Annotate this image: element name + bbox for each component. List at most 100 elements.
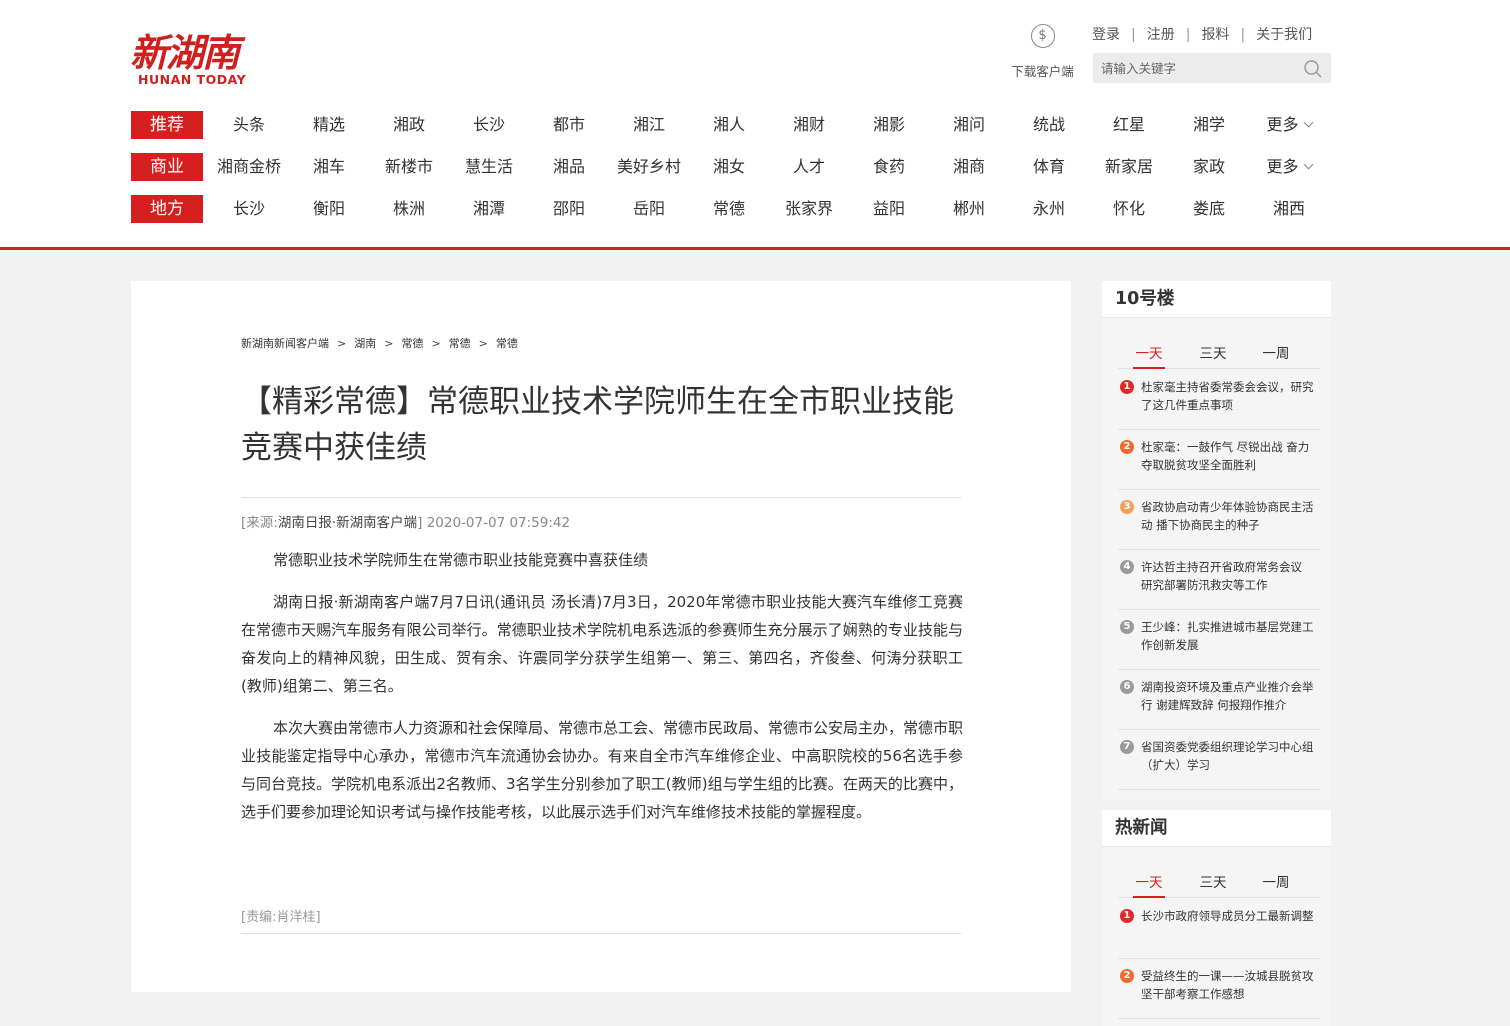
ranking-body: 一天 三天 一周 1 长沙市政府领导成员分工最新调整 2 受益终生的一课——汝城… — [1102, 847, 1331, 1026]
nav-item[interactable]: 怀化 — [1089, 195, 1169, 223]
login-link[interactable]: 登录 — [1092, 27, 1120, 43]
nav-more-button[interactable]: 更多 — [1249, 111, 1329, 139]
nav-item[interactable]: 株洲 — [369, 195, 449, 223]
nav-row-label[interactable]: 商业 — [131, 153, 203, 181]
ranking-box-title: 热新闻 — [1102, 810, 1331, 847]
ranking-item[interactable]: 2 受益终生的一课——汝城县脱贫攻坚干部考察工作感想 — [1118, 958, 1320, 1019]
publish-time: 2020-07-07 07:59:42 — [426, 515, 571, 531]
ranking-item-text: 长沙市政府领导成员分工最新调整 — [1141, 909, 1314, 923]
nav-item[interactable]: 新楼市 — [369, 153, 449, 181]
ranking-tabs: 一天 三天 一周 — [1118, 331, 1320, 369]
nav-item[interactable]: 张家界 — [769, 195, 849, 223]
logo-subtitle: HUNAN TODAY — [138, 72, 247, 87]
tab-three-days[interactable]: 三天 — [1183, 342, 1243, 362]
nav-item[interactable]: 湘财 — [769, 111, 849, 139]
rank-number: 2 — [1120, 440, 1134, 454]
ranking-item[interactable]: 5 王少峰：扎实推进城市基层党建工作创新发展 — [1118, 609, 1320, 670]
article-title: 【精彩常德】常德职业技术学院师生在全市职业技能竞赛中获佳绩 — [241, 384, 954, 466]
nav-item[interactable]: 长沙 — [209, 195, 289, 223]
ranking-item[interactable]: 7 省国资委党委组织理论学习中心组（扩大）学习 — [1118, 729, 1320, 790]
nav-item[interactable]: 慧生活 — [449, 153, 529, 181]
nav-item[interactable]: 湘问 — [929, 111, 1009, 139]
breadcrumb-item[interactable]: 常德 — [449, 337, 471, 350]
breadcrumb-item[interactable]: 新湖南新闻客户端 — [241, 337, 329, 350]
nav-item[interactable]: 娄底 — [1169, 195, 1249, 223]
nav-item[interactable]: 人才 — [769, 153, 849, 181]
ranking-body: 一天 三天 一周 1 杜家毫主持省委常委会会议，研究了这几件重点事项 2 杜家毫… — [1102, 318, 1331, 800]
tab-one-day[interactable]: 一天 — [1119, 342, 1179, 369]
nav-item[interactable]: 湘品 — [529, 153, 609, 181]
ranking-item[interactable]: 1 长沙市政府领导成员分工最新调整 — [1118, 898, 1320, 959]
nav-item[interactable]: 岳阳 — [609, 195, 689, 223]
nav-row-recommend: 推荐 头条 精选 湘政 长沙 都市 湘江 湘人 湘财 湘影 湘问 统战 红星 湘… — [131, 111, 1331, 139]
download-app-link[interactable]: $ 下载客户端 — [1005, 24, 1080, 80]
ranking-item[interactable]: 6 湖南投资环境及重点产业推介会举行 谢建辉致辞 何报翔作推介 — [1118, 669, 1320, 730]
nav-item[interactable]: 常德 — [689, 195, 769, 223]
nav-item[interactable]: 永州 — [1009, 195, 1089, 223]
nav-item[interactable]: 郴州 — [929, 195, 1009, 223]
article-meta: [来源:湖南日报·新湖南客户端] 2020-07-07 07:59:42 — [241, 515, 571, 531]
article-panel: 新湖南新闻客户端 > 湖南 > 常德 > 常德 > 常德 【精彩常德】常德职业技术学院师生在全市… — [131, 281, 1071, 992]
nav-item[interactable]: 湘商金桥 — [209, 153, 289, 181]
tab-one-week[interactable]: 一周 — [1246, 871, 1306, 891]
chevron-down-icon — [1303, 117, 1313, 128]
ranking-box-title: 10号楼 — [1102, 281, 1331, 318]
tab-one-day[interactable]: 一天 — [1119, 871, 1179, 898]
top-links: 登录 | 注册 | 报料 | 关于我们 — [1092, 27, 1313, 43]
nav-item[interactable]: 食药 — [849, 153, 929, 181]
search-input[interactable] — [1093, 53, 1293, 83]
nav-item[interactable]: 湘女 — [689, 153, 769, 181]
nav-item[interactable]: 红星 — [1089, 111, 1169, 139]
source-name: 湖南日报·新湖南客户端 — [277, 515, 418, 531]
nav-item[interactable]: 湘西 — [1249, 195, 1329, 223]
nav-item[interactable]: 统战 — [1009, 111, 1089, 139]
nav-item[interactable]: 湘人 — [689, 111, 769, 139]
nav-item[interactable]: 邵阳 — [529, 195, 609, 223]
nav-item[interactable]: 湘商 — [929, 153, 1009, 181]
nav-item[interactable]: 湘政 — [369, 111, 449, 139]
nav-item[interactable]: 湘学 — [1169, 111, 1249, 139]
breadcrumb-item[interactable]: 湖南 — [354, 337, 376, 350]
site-header: 新湖南 HUNAN TODAY $ 下载客户端 登录|注册|报料|关于我们 推荐… — [0, 0, 1510, 250]
site-logo[interactable]: 新湖南 HUNAN TODAY — [130, 22, 247, 92]
nav-item[interactable]: 长沙 — [449, 111, 529, 139]
register-link[interactable]: 注册 — [1147, 27, 1175, 43]
article-paragraph: 湖南日报·新湖南客户端7月7日讯(通讯员 汤长清)7月3日，2020年常德市职业… — [241, 593, 963, 695]
nav-item[interactable]: 益阳 — [849, 195, 929, 223]
ranking-item[interactable]: 1 杜家毫主持省委常委会会议，研究了这几件重点事项 — [1118, 369, 1320, 430]
ranking-item-text: 许达哲主持召开省政府常务会议 研究部署防汛救灾等工作 — [1141, 560, 1302, 592]
nav-item[interactable]: 湘车 — [289, 153, 369, 181]
ranking-item[interactable]: 3 省政协启动青少年体验协商民主活动 播下协商民主的种子 — [1118, 489, 1320, 550]
nav-item[interactable]: 湘影 — [849, 111, 929, 139]
nav-item[interactable]: 头条 — [209, 111, 289, 139]
ranking-item-text: 受益终生的一课——汝城县脱贫攻坚干部考察工作感想 — [1141, 969, 1314, 1001]
logo-text: 新湖南 — [130, 30, 240, 75]
nav-row-label[interactable]: 推荐 — [131, 111, 203, 139]
nav-item[interactable]: 湘潭 — [449, 195, 529, 223]
nav-item[interactable]: 体育 — [1009, 153, 1089, 181]
nav-item[interactable]: 精选 — [289, 111, 369, 139]
search-icon[interactable] — [1303, 59, 1323, 79]
rank-number: 2 — [1120, 969, 1134, 983]
ranking-item-text: 王少峰：扎实推进城市基层党建工作创新发展 — [1141, 620, 1314, 652]
ranking-item[interactable]: 2 杜家毫：一鼓作气 尽锐出战 奋力夺取脱贫攻坚全面胜利 — [1118, 429, 1320, 490]
report-link[interactable]: 报料 — [1201, 27, 1229, 43]
nav-item[interactable]: 都市 — [529, 111, 609, 139]
ranking-item[interactable]: 4 许达哲主持召开省政府常务会议 研究部署防汛救灾等工作 — [1118, 549, 1320, 610]
rank-number: 3 — [1120, 500, 1134, 514]
nav-row-label[interactable]: 地方 — [131, 195, 203, 223]
nav-item[interactable]: 家政 — [1169, 153, 1249, 181]
nav-item[interactable]: 湘江 — [609, 111, 689, 139]
nav-item[interactable]: 美好乡村 — [609, 153, 689, 181]
tab-one-week[interactable]: 一周 — [1246, 342, 1306, 362]
divider — [241, 933, 961, 934]
tab-three-days[interactable]: 三天 — [1183, 871, 1243, 891]
ranking-tabs: 一天 三天 一周 — [1118, 860, 1320, 898]
breadcrumb-item[interactable]: 常德 — [496, 337, 518, 350]
nav-item[interactable]: 新家居 — [1089, 153, 1169, 181]
ranking-item-text: 杜家毫：一鼓作气 尽锐出战 奋力夺取脱贫攻坚全面胜利 — [1141, 440, 1310, 472]
breadcrumb-item[interactable]: 常德 — [401, 337, 423, 350]
nav-item[interactable]: 衡阳 — [289, 195, 369, 223]
nav-more-button[interactable]: 更多 — [1249, 153, 1329, 181]
about-link[interactable]: 关于我们 — [1256, 27, 1312, 43]
